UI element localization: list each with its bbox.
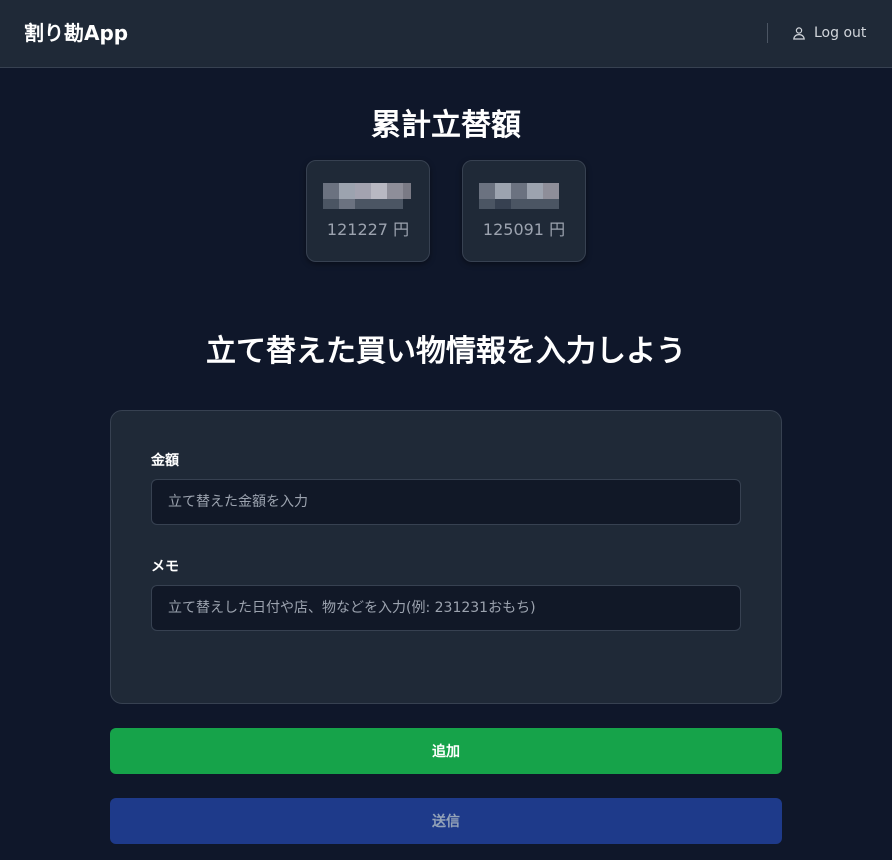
add-button[interactable]: 追加 bbox=[110, 728, 782, 774]
header-divider bbox=[767, 23, 768, 43]
logout-label: Log out bbox=[814, 25, 867, 41]
member-amount: 125091 円 bbox=[482, 220, 566, 239]
logout-button[interactable]: Log out bbox=[792, 22, 866, 44]
form-title: 立て替えた買い物情報を入力しよう bbox=[206, 334, 686, 369]
purchase-form: 金額 メモ bbox=[110, 410, 782, 704]
amount-input[interactable] bbox=[151, 479, 741, 525]
top-header: 割り勘App Log out bbox=[0, 0, 892, 68]
memo-label: メモ bbox=[151, 559, 179, 575]
member-amount: 121227 円 bbox=[326, 220, 410, 239]
memo-input[interactable] bbox=[151, 585, 741, 631]
summary-title: 累計立替額 bbox=[371, 108, 521, 143]
redacted-name bbox=[323, 183, 411, 209]
member-card: 121227 円 bbox=[306, 160, 430, 262]
amount-label: 金額 bbox=[151, 453, 179, 469]
member-card: 125091 円 bbox=[462, 160, 586, 262]
send-button[interactable]: 送信 bbox=[110, 798, 782, 844]
summary-cards: 121227 円 125091 円 bbox=[0, 160, 892, 262]
user-icon bbox=[792, 26, 806, 40]
app-brand[interactable]: 割り勘App bbox=[24, 19, 128, 47]
redacted-name bbox=[479, 183, 559, 209]
